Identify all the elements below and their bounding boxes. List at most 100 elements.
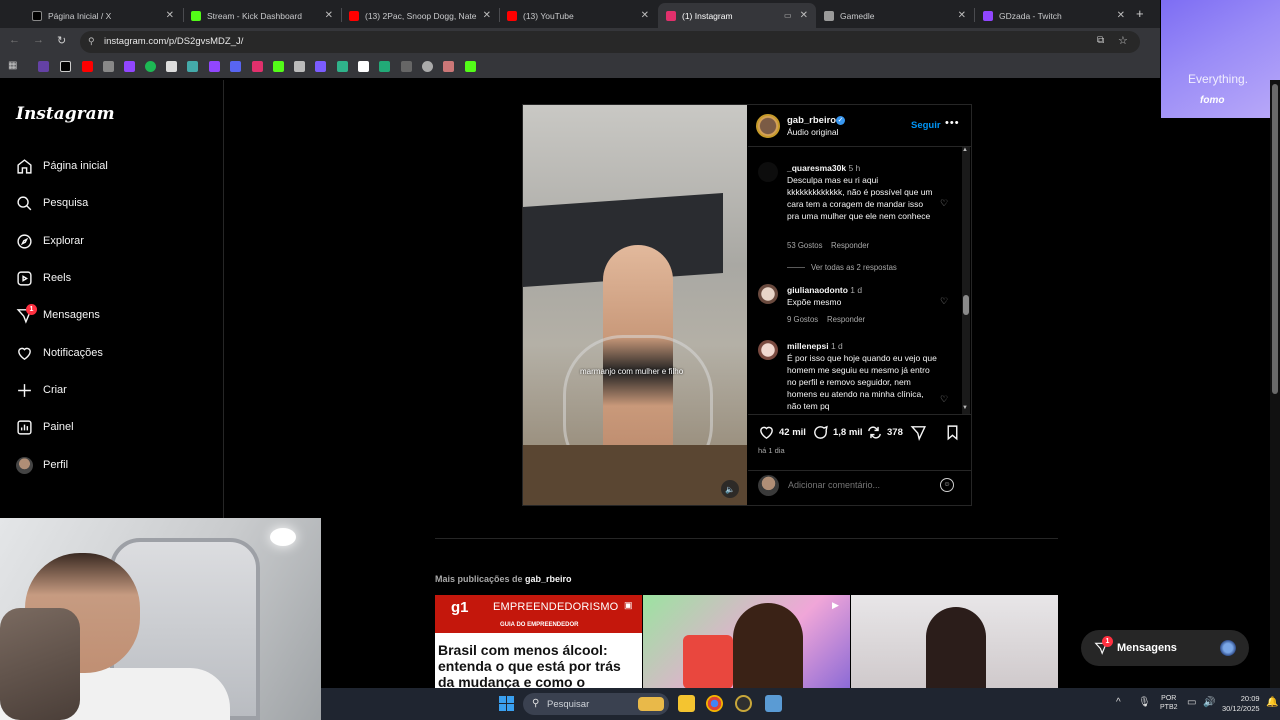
like-comment-icon[interactable]: ♡: [940, 198, 948, 209]
bookmark-icon[interactable]: [358, 61, 369, 72]
comments-scrollbar[interactable]: [962, 147, 970, 414]
save-button[interactable]: [944, 424, 965, 441]
nav-dashboard[interactable]: Painel: [15, 415, 74, 439]
instagram-logo[interactable]: Instagram: [16, 104, 115, 124]
network-icon[interactable]: ▭: [1187, 697, 1196, 708]
like-comment-icon[interactable]: ♡: [940, 296, 948, 307]
reply-button[interactable]: Responder: [831, 241, 869, 250]
bookmark-icon[interactable]: [337, 61, 348, 72]
comment-button[interactable]: 1,8 mil: [812, 424, 863, 441]
reel-video[interactable]: [523, 105, 747, 505]
close-icon[interactable]: ✕: [1117, 10, 1125, 21]
bookmark-icon[interactable]: [401, 61, 412, 72]
bookmark-instagram-icon[interactable]: [252, 61, 263, 72]
close-icon[interactable]: ✕: [641, 10, 649, 21]
nav-create[interactable]: Criar: [15, 378, 67, 402]
bookmark-x-icon[interactable]: [60, 61, 71, 72]
app-icon[interactable]: [735, 695, 752, 712]
nav-reels[interactable]: Reels: [15, 266, 71, 290]
repost-button[interactable]: 378: [866, 424, 903, 441]
share-button[interactable]: [910, 424, 931, 441]
view-replies-link[interactable]: Ver todas as 2 respostas: [787, 263, 897, 272]
app-icon[interactable]: [765, 695, 782, 712]
tab-instagram[interactable]: (1) Instagram ▭ ✕: [658, 3, 816, 28]
nav-profile[interactable]: Perfil: [15, 453, 68, 477]
back-icon[interactable]: ←: [9, 34, 20, 46]
chrome-icon[interactable]: [706, 695, 723, 712]
close-icon[interactable]: ✕: [958, 10, 966, 21]
post-thumbnail[interactable]: [851, 595, 1058, 689]
cast-icon[interactable]: ▭: [784, 11, 792, 20]
tab-kick-dashboard[interactable]: Stream - Kick Dashboard ✕: [183, 3, 341, 28]
bookmark-icon[interactable]: [422, 61, 433, 72]
close-icon[interactable]: ✕: [800, 10, 808, 21]
close-icon[interactable]: ✕: [325, 10, 333, 21]
reload-icon[interactable]: ↻: [57, 34, 66, 47]
nav-explore[interactable]: Explorar: [15, 229, 84, 253]
nav-search[interactable]: Pesquisa: [15, 191, 88, 215]
new-tab-button[interactable]: +: [1136, 6, 1144, 21]
commenter-avatar[interactable]: [758, 162, 778, 182]
page-scroll-thumb[interactable]: [1272, 84, 1278, 394]
bookmark-twitch-icon[interactable]: [209, 61, 220, 72]
bookmark-icon[interactable]: [443, 61, 454, 72]
bookmark-kick-icon[interactable]: [465, 61, 476, 72]
tab-gamedle[interactable]: Gamedle ✕: [816, 3, 974, 28]
apps-grid-icon[interactable]: ▦: [8, 60, 17, 71]
bookmark-icon[interactable]: [38, 61, 49, 72]
forward-icon[interactable]: →: [33, 34, 44, 46]
author-username[interactable]: gab_rbeiro: [787, 115, 836, 126]
author-avatar[interactable]: [756, 114, 780, 138]
language-indicator[interactable]: POR PTB2: [1160, 694, 1178, 712]
close-icon[interactable]: ✕: [166, 10, 174, 21]
nav-home[interactable]: Página inicial: [15, 154, 108, 178]
audio-label[interactable]: Áudio original: [787, 127, 839, 137]
tab-youtube[interactable]: (13) YouTube ✕: [499, 3, 657, 28]
tab-youtube-music[interactable]: (13) 2Pac, Snoop Dogg, Nate D ✕: [341, 3, 499, 28]
bookmark-spotify-icon[interactable]: [145, 61, 156, 72]
bookmark-kick-icon[interactable]: [273, 61, 284, 72]
url-text[interactable]: instagram.com/p/DS2gvsMDZ_J/: [104, 36, 243, 47]
follow-button[interactable]: Seguir: [911, 120, 941, 131]
bookmark-icon[interactable]: [315, 61, 326, 72]
tray-chevron-icon[interactable]: ^: [1116, 697, 1121, 708]
comment-likes[interactable]: 9 Gostos: [787, 315, 818, 324]
bookmark-icon[interactable]: [187, 61, 198, 72]
comments-scroll-thumb[interactable]: [963, 295, 969, 315]
nav-notifications[interactable]: Notificações: [15, 341, 103, 365]
windows-start-icon[interactable]: [499, 696, 514, 711]
close-icon[interactable]: ✕: [483, 10, 491, 21]
bookmark-icon[interactable]: [166, 61, 177, 72]
more-options-icon[interactable]: •••: [945, 117, 960, 129]
bookmark-star-icon[interactable]: ☆: [1118, 34, 1128, 47]
commenter-avatar[interactable]: [758, 340, 778, 360]
site-info-icon[interactable]: ⚲: [88, 36, 95, 47]
volume-icon[interactable]: 🔊: [1203, 697, 1215, 708]
clock[interactable]: 20:09 30/12/2025: [1222, 694, 1260, 714]
emoji-icon[interactable]: ☺: [940, 478, 954, 492]
like-button[interactable]: 42 mil: [758, 424, 806, 441]
bookmark-twitch-icon[interactable]: [124, 61, 135, 72]
scroll-down-icon[interactable]: ▼: [962, 405, 968, 411]
bookmark-icon[interactable]: [230, 61, 241, 72]
commenter-avatar[interactable]: [758, 284, 778, 304]
tab-x-home[interactable]: Página Inicial / X ✕: [24, 3, 182, 28]
bookmark-icon[interactable]: [103, 61, 114, 72]
add-comment-input[interactable]: [788, 480, 928, 490]
file-explorer-icon[interactable]: [678, 695, 695, 712]
bookmark-icon[interactable]: [379, 61, 390, 72]
reply-button[interactable]: Responder: [827, 315, 865, 324]
install-app-icon[interactable]: ⧉: [1097, 35, 1104, 46]
more-posts-author[interactable]: gab_rbeiro: [525, 574, 572, 584]
tab-twitch[interactable]: GDzada - Twitch ✕: [975, 3, 1133, 28]
microphone-icon[interactable]: 🎙: [1138, 697, 1151, 708]
volume-icon[interactable]: 🔈: [721, 480, 739, 498]
bookmark-icon[interactable]: [294, 61, 305, 72]
search-highlight-icon[interactable]: [638, 697, 664, 711]
comment-likes[interactable]: 53 Gostos: [787, 241, 823, 250]
scroll-up-icon[interactable]: ▲: [962, 147, 968, 153]
notifications-icon[interactable]: 🔔: [1266, 697, 1278, 708]
like-comment-icon[interactable]: ♡: [940, 394, 948, 405]
post-thumbnail[interactable]: [643, 595, 850, 689]
bookmark-youtube-icon[interactable]: [82, 61, 93, 72]
